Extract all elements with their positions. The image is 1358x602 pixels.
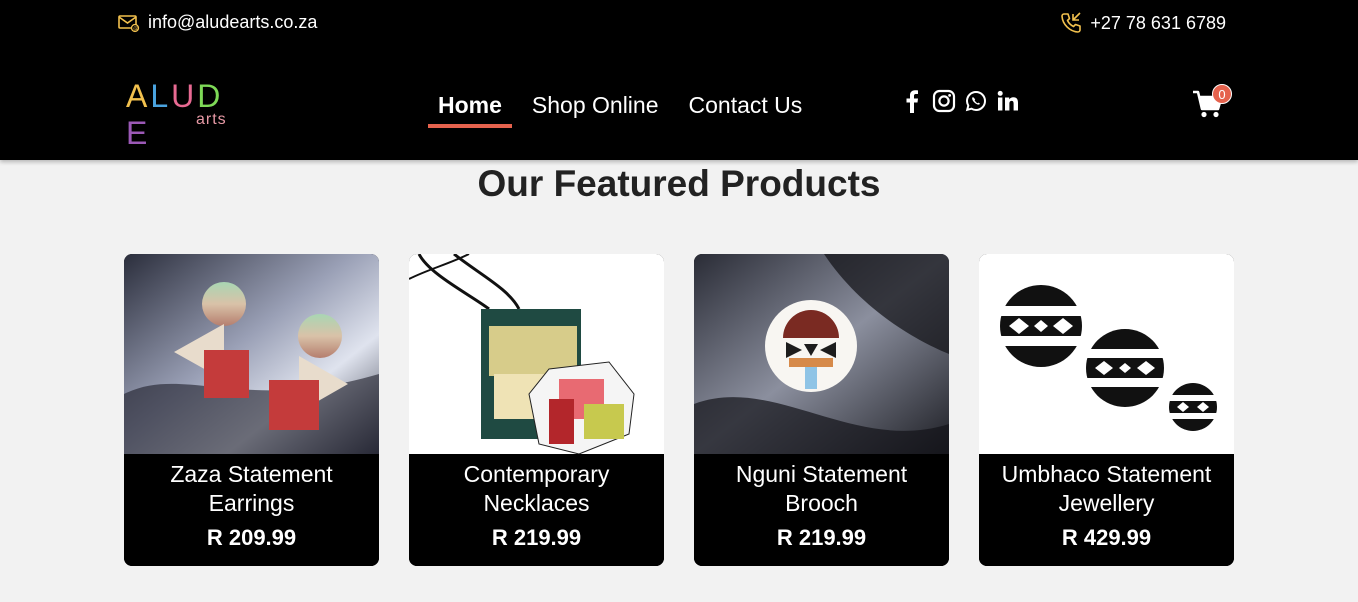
product-info: Umbhaco Statement Jewellery R 429.99 <box>979 454 1234 566</box>
product-image-contemporary-necklaces[interactable] <box>409 254 664 454</box>
product-name[interactable]: Nguni Statement Brooch <box>694 460 949 518</box>
product-card[interactable]: Umbhaco Statement Jewellery R 429.99 <box>979 254 1234 566</box>
email-contact[interactable]: @ info@aludearts.co.za <box>118 12 317 33</box>
facebook-icon[interactable] <box>900 88 924 114</box>
product-card[interactable]: Zaza Statement Earrings R 209.99 <box>124 254 379 566</box>
product-info: Zaza Statement Earrings R 209.99 <box>124 454 379 566</box>
top-bar: @ info@aludearts.co.za +27 78 631 6789 <box>0 0 1358 50</box>
phone-contact[interactable]: +27 78 631 6789 <box>1060 12 1226 34</box>
product-info: Nguni Statement Brooch R 219.99 <box>694 454 949 566</box>
logo-subtext: arts <box>196 111 227 128</box>
social-links <box>900 88 1020 114</box>
phone-text: +27 78 631 6789 <box>1090 12 1226 33</box>
product-info: Contemporary Necklaces R 219.99 <box>409 454 664 566</box>
envelope-icon: @ <box>118 13 140 33</box>
section-title: Our Featured Products <box>477 163 881 204</box>
product-price: R 209.99 <box>206 525 297 550</box>
nav-shop-online[interactable]: Shop Online <box>522 90 669 128</box>
product-price: R 219.99 <box>776 525 867 550</box>
whatsapp-icon[interactable] <box>964 88 988 114</box>
instagram-icon[interactable] <box>932 88 956 114</box>
product-price: R 219.99 <box>491 525 582 550</box>
product-image-nguni-brooch[interactable] <box>694 254 949 454</box>
linkedin-icon[interactable] <box>996 88 1020 114</box>
product-price: R 429.99 <box>1061 525 1152 550</box>
product-card[interactable]: Nguni Statement Brooch R 219.99 <box>694 254 949 566</box>
product-image-umbhaco-jewellery[interactable] <box>979 254 1234 454</box>
nav-contact-us[interactable]: Contact Us <box>679 90 813 128</box>
cart-button[interactable]: 0 <box>1192 84 1236 120</box>
product-name[interactable]: Contemporary Necklaces <box>409 460 664 518</box>
product-name[interactable]: Umbhaco Statement Jewellery <box>979 460 1234 518</box>
site-logo[interactable]: ALUDE arts <box>126 78 236 151</box>
product-image-zaza-earrings[interactable] <box>124 254 379 454</box>
svg-text:@: @ <box>133 26 138 32</box>
cart-count-badge: 0 <box>1212 84 1232 104</box>
main-nav: Home Shop Online Contact Us <box>428 90 812 128</box>
nav-home[interactable]: Home <box>428 90 512 128</box>
email-text: info@aludearts.co.za <box>148 12 318 32</box>
phone-call-icon <box>1060 12 1082 34</box>
product-card[interactable]: Contemporary Necklaces R 219.99 <box>409 254 664 566</box>
product-name[interactable]: Zaza Statement Earrings <box>124 460 379 518</box>
